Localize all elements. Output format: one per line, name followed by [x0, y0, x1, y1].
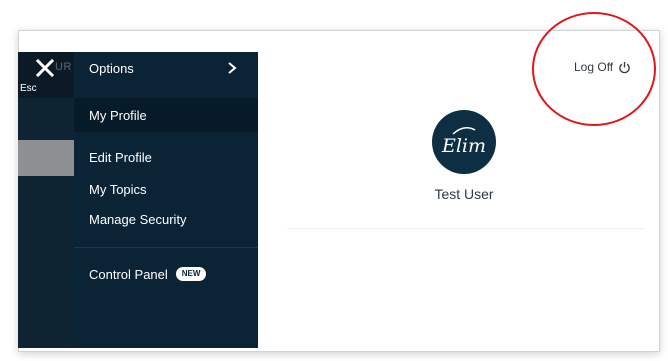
menu-item-label: Edit Profile: [89, 149, 152, 165]
menu-item-control-panel[interactable]: Control Panel NEW: [74, 262, 258, 286]
menu-item-label: Manage Security: [89, 211, 187, 227]
avatar[interactable]: Elim: [432, 110, 496, 174]
menu-item-my-profile[interactable]: My Profile: [74, 98, 258, 132]
esc-label: Esc: [20, 83, 37, 94]
close-icon[interactable]: [35, 58, 55, 78]
menu-item-manage-security[interactable]: Manage Security: [74, 208, 258, 230]
logo-swoosh-icon: [449, 124, 479, 136]
options-label: Options: [89, 60, 134, 76]
menu-divider: [74, 247, 258, 248]
new-badge: NEW: [175, 267, 207, 281]
user-name: Test User: [434, 186, 494, 202]
background-block: [18, 140, 74, 176]
menu-item-my-topics[interactable]: My Topics: [74, 178, 258, 200]
close-menu-area[interactable]: UR Esc: [18, 52, 74, 98]
background-strip: UR Esc: [18, 52, 74, 348]
menu-item-options[interactable]: Options: [74, 52, 258, 84]
content-divider: [287, 228, 644, 229]
profile-menu: Options My Profile Edit Profile My Topic…: [74, 52, 258, 348]
highlight-annotation-circle: [532, 12, 656, 126]
hidden-text-fragment: UR: [55, 61, 72, 73]
menu-item-label: My Profile: [89, 107, 147, 123]
chevron-right-icon: [225, 60, 239, 76]
avatar-logo-text: Elim: [441, 135, 487, 157]
menu-item-label: My Topics: [89, 181, 147, 197]
control-panel-label: Control Panel: [89, 266, 168, 282]
menu-item-edit-profile[interactable]: Edit Profile: [74, 146, 258, 168]
